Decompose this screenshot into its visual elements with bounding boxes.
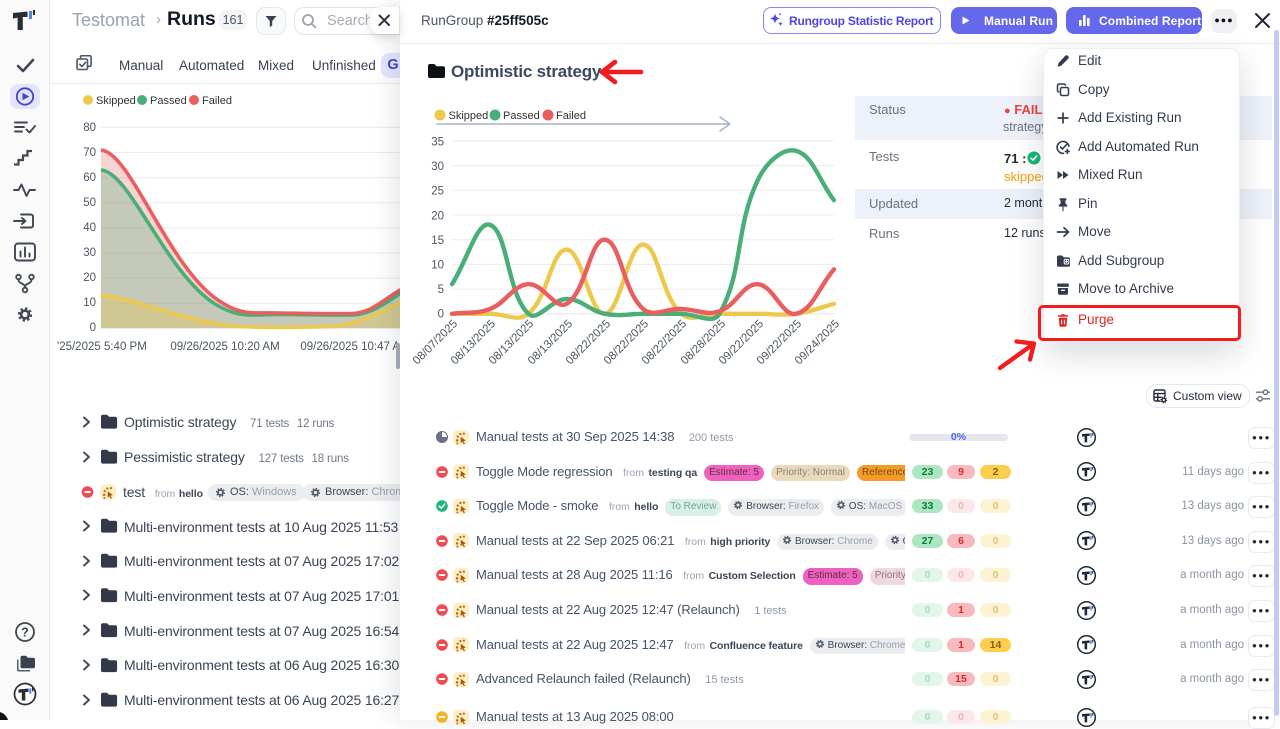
svg-text:20: 20 [83, 272, 96, 284]
svg-text:35: 35 [431, 136, 444, 148]
svg-text:Skipped: Skipped [96, 95, 136, 107]
svg-text:70: 70 [83, 147, 96, 159]
svg-text:30: 30 [83, 247, 96, 259]
svg-text:15: 15 [431, 235, 444, 247]
svg-text:30: 30 [431, 161, 444, 173]
svg-text:Failed: Failed [202, 95, 232, 107]
svg-text:25: 25 [431, 185, 444, 197]
svg-text:10: 10 [83, 297, 96, 309]
svg-text:80: 80 [83, 122, 96, 134]
svg-text:0: 0 [438, 308, 444, 320]
svg-text:50: 50 [83, 197, 96, 209]
svg-text:Failed: Failed [556, 110, 586, 122]
svg-text:Passed: Passed [503, 110, 540, 122]
svg-text:09/26/2025 10:47 AM: 09/26/2025 10:47 AM [300, 341, 400, 353]
svg-text:60: 60 [83, 172, 96, 184]
svg-text:10: 10 [431, 259, 444, 271]
svg-text:20: 20 [431, 210, 444, 222]
svg-text:5: 5 [438, 284, 444, 296]
svg-text:'25/2025 5:40 PM: '25/2025 5:40 PM [57, 341, 147, 353]
svg-text:Skipped: Skipped [449, 110, 489, 122]
svg-text:09/26/2025 10:20 AM: 09/26/2025 10:20 AM [170, 341, 279, 353]
svg-text:40: 40 [83, 222, 96, 234]
svg-text:0: 0 [90, 322, 96, 334]
svg-text:Passed: Passed [150, 95, 187, 107]
